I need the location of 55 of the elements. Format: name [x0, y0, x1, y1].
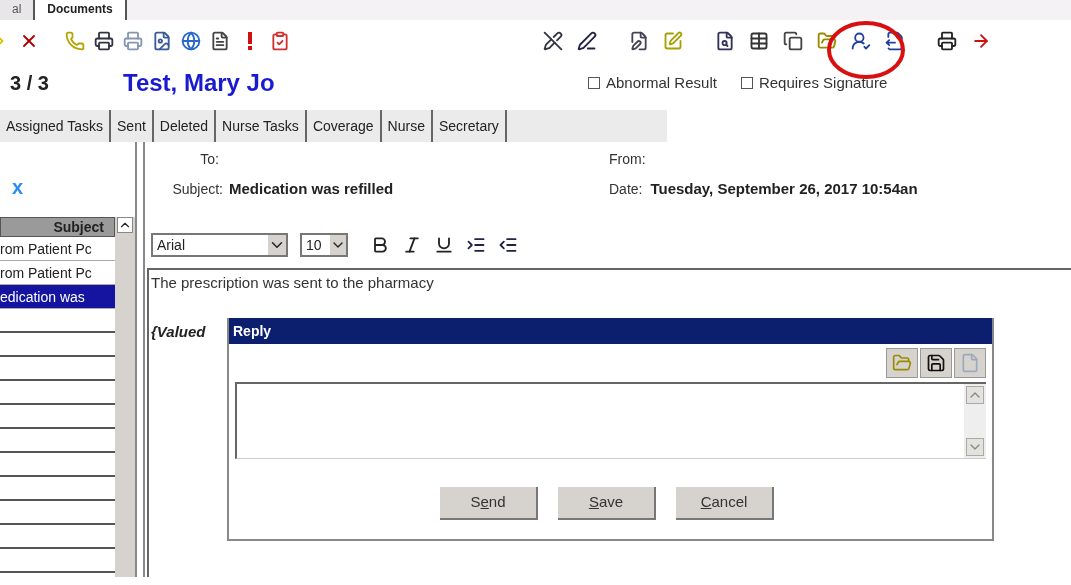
folder-icon[interactable] — [817, 31, 837, 51]
print-icon[interactable] — [937, 31, 957, 51]
list-scrollbar[interactable] — [115, 217, 135, 577]
edit-note-icon[interactable] — [629, 31, 649, 51]
message-body: The prescription was sent to the pharmacy — [151, 273, 435, 293]
dialog-title: Reply — [233, 321, 272, 341]
document-tab[interactable]: al — [0, 0, 36, 20]
exclamation-icon[interactable] — [247, 31, 253, 51]
list-document-icon[interactable] — [210, 31, 230, 51]
dropdown-icon — [268, 235, 286, 255]
copy-icon[interactable] — [783, 31, 803, 51]
dialog-button[interactable]: Send — [440, 487, 538, 520]
folder-tab[interactable]: Secretary — [432, 110, 507, 142]
globe-icon[interactable] — [181, 31, 201, 51]
patient-name: Test, Mary Jo — [123, 68, 276, 98]
message-counter: 3 / 3 — [10, 71, 50, 96]
subject-value: Medication was refilled — [229, 178, 395, 199]
folder-tab[interactable]: Deleted — [153, 110, 217, 142]
font-select[interactable]: Arial — [151, 233, 288, 257]
from-label: From: — [609, 149, 646, 169]
dialog-button[interactable]: Save — [558, 487, 656, 520]
folder-tab[interactable]: Nurse Tasks — [216, 110, 307, 142]
to-label: To: — [199, 149, 219, 169]
flag-checkbox[interactable] — [588, 77, 600, 89]
checklist-icon[interactable] — [270, 31, 290, 51]
column-header[interactable]: Subject — [0, 217, 115, 237]
folder-tab[interactable]: Nurse — [381, 110, 433, 142]
folder-tab[interactable]: Coverage — [306, 110, 382, 142]
italic-icon[interactable] — [402, 235, 422, 255]
edit-icon[interactable] — [663, 31, 683, 51]
dialog-button[interactable]: Cancel — [676, 487, 774, 520]
flag-checkbox[interactable] — [740, 77, 753, 89]
date-value: Tuesday, September 26, 2017 10:54an — [650, 178, 918, 199]
sign-icon[interactable] — [577, 31, 597, 51]
sign-remove-icon[interactable] — [543, 31, 563, 51]
message-row[interactable]: edication was — [0, 285, 115, 309]
subject-label: Subject: — [171, 179, 223, 199]
date-label: Date: — [609, 179, 643, 199]
save-icon-button[interactable] — [920, 348, 952, 378]
indent-icon[interactable] — [466, 235, 486, 255]
blank-page-icon — [960, 353, 980, 373]
signature-text: {Valued — [151, 321, 206, 342]
folder-tab[interactable]: Assigned Tasks — [0, 110, 111, 142]
preview-icon[interactable] — [715, 31, 735, 51]
document-icon[interactable] — [152, 31, 172, 51]
outdent-icon[interactable] — [498, 235, 518, 255]
flag-label: Requires Signature — [758, 72, 888, 93]
size-select[interactable]: 10 — [300, 233, 348, 257]
folder-tab[interactable]: Sent — [111, 110, 154, 142]
scroll-up-icon[interactable] — [117, 217, 133, 233]
flag-label: Abnormal Result — [606, 72, 717, 93]
dropdown-icon — [330, 235, 346, 255]
underline-icon[interactable] — [434, 235, 454, 255]
document-tab[interactable]: Documents — [35, 0, 127, 20]
folder-icon — [892, 353, 912, 373]
